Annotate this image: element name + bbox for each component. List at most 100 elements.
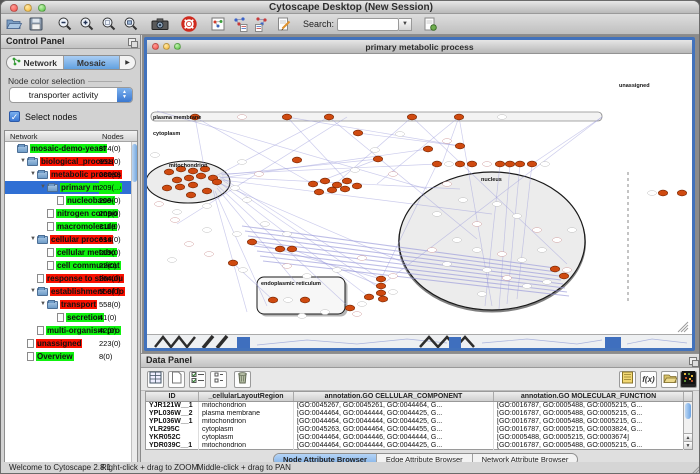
network-view-titlebar[interactable]: primary metabolic process xyxy=(147,40,692,54)
save-button[interactable] xyxy=(26,15,45,34)
network-node[interactable] xyxy=(527,161,536,167)
select-attributes-button[interactable] xyxy=(189,371,206,388)
tree-expander-icon[interactable]: ▼ xyxy=(29,233,37,246)
network-node[interactable] xyxy=(268,297,277,303)
table-row[interactable]: YJR121W__1mitochondrion[GO:0045267, GO:0… xyxy=(146,402,692,410)
network-graph[interactable]: plasma membranecytoplasmmitochondrionnuc… xyxy=(147,54,692,334)
tree-row[interactable]: ▼transport558(0) xyxy=(5,298,137,311)
network-node[interactable] xyxy=(175,184,184,190)
tree-row[interactable]: response to stimulu264(0) xyxy=(5,272,137,285)
open-button[interactable] xyxy=(4,15,23,34)
table-scrollbar[interactable]: ▲ ▼ xyxy=(683,402,692,449)
network-node[interactable] xyxy=(353,130,362,136)
layout-b-button[interactable] xyxy=(252,15,271,34)
search-dropdown-button[interactable]: ▼ xyxy=(399,18,412,31)
tree-expander-icon[interactable]: ▼ xyxy=(29,168,37,181)
network-node[interactable] xyxy=(658,190,667,196)
network-node[interactable] xyxy=(376,276,385,282)
network-node[interactable] xyxy=(184,175,193,181)
window-titlebar[interactable]: Cytoscape Desktop (New Session) xyxy=(1,1,700,14)
tree-row[interactable]: cell communicat22(0) xyxy=(5,259,137,272)
attribute-list-button[interactable] xyxy=(210,371,227,388)
network-node[interactable] xyxy=(467,161,476,167)
destroy-network-button[interactable] xyxy=(420,15,439,34)
search-input[interactable] xyxy=(337,18,399,31)
network-node[interactable] xyxy=(164,169,173,175)
tree-row[interactable]: mosaic-demo-yeast874(0) xyxy=(5,142,137,155)
network-node[interactable] xyxy=(308,181,317,187)
network-node[interactable] xyxy=(320,178,329,184)
table-column-header[interactable]: annotation.GO CELLULAR_COMPONENT xyxy=(294,392,494,401)
tree-row[interactable]: ▼cellular process614(0) xyxy=(5,233,137,246)
network-node[interactable] xyxy=(376,290,385,296)
network-tree-header[interactable]: Network Nodes xyxy=(5,131,137,142)
network-node[interactable] xyxy=(327,187,336,193)
tree-row[interactable]: ▼establishment of lo558(0) xyxy=(5,285,137,298)
help-button[interactable] xyxy=(179,15,198,34)
network-node[interactable] xyxy=(275,246,284,252)
network-node[interactable] xyxy=(292,157,301,163)
tab-overflow-button[interactable]: ▶ xyxy=(120,56,135,69)
table-row[interactable]: YPL036W__2plasma membrane[GO:0044464, GO… xyxy=(146,410,692,418)
network-node[interactable] xyxy=(247,239,256,245)
network-node[interactable] xyxy=(455,161,464,167)
network-node[interactable] xyxy=(202,188,211,194)
tree-row[interactable]: multi-organism pro42(0) xyxy=(5,324,137,337)
scroll-down-icon[interactable]: ▼ xyxy=(684,441,692,449)
node-color-dropdown[interactable]: transporter activity ▲▼ xyxy=(9,87,133,103)
zoom-out-button[interactable] xyxy=(55,15,74,34)
tree-row[interactable]: unassigned223(0) xyxy=(5,337,137,350)
edit-network-button[interactable] xyxy=(274,15,293,34)
network-node[interactable] xyxy=(559,273,568,279)
tree-scrollbar-thumb[interactable] xyxy=(132,144,137,182)
table-row[interactable]: YPL036W__1mitochondrion[GO:0044464, GO:0… xyxy=(146,418,692,426)
network-node[interactable] xyxy=(376,283,385,289)
new-attribute-button[interactable] xyxy=(168,371,185,388)
network-node[interactable] xyxy=(378,296,387,302)
float-panel-icon[interactable] xyxy=(128,38,136,46)
zoom-selected-button[interactable] xyxy=(99,15,118,34)
table-scrollbar-thumb[interactable] xyxy=(685,403,691,419)
table-column-header[interactable]: ID xyxy=(146,392,199,401)
import-attributes-button[interactable] xyxy=(661,371,678,388)
function-builder-button[interactable]: f(x) xyxy=(640,371,657,388)
tree-scrollbar[interactable] xyxy=(131,142,137,474)
notes-button[interactable] xyxy=(619,371,636,388)
network-node[interactable] xyxy=(196,173,205,179)
network-node[interactable] xyxy=(455,143,464,149)
snapshot-button[interactable] xyxy=(150,15,169,34)
network-node[interactable] xyxy=(172,177,181,183)
vizmapper-button[interactable] xyxy=(208,15,227,34)
network-node[interactable] xyxy=(282,114,291,120)
network-node[interactable] xyxy=(495,161,504,167)
region-plasma-membrane[interactable] xyxy=(151,112,602,121)
network-node[interactable] xyxy=(212,179,221,185)
zoom-fit-button[interactable] xyxy=(121,15,140,34)
tree-expander-icon[interactable]: ▼ xyxy=(39,181,47,194)
delete-attribute-button[interactable] xyxy=(234,371,251,388)
tree-row[interactable]: nitrogen compo209(0) xyxy=(5,207,137,220)
network-node[interactable] xyxy=(432,161,441,167)
attribute-table-header[interactable]: ID_cellularLayoutRegionannotation.GO CEL… xyxy=(146,392,692,402)
network-node[interactable] xyxy=(423,146,432,152)
tree-row[interactable]: nucleobase-209(0) xyxy=(5,194,137,207)
resize-grip[interactable] xyxy=(690,464,700,474)
attribute-table[interactable]: ID_cellularLayoutRegionannotation.GO CEL… xyxy=(145,391,693,450)
data-panel-float-icon[interactable] xyxy=(689,357,697,365)
scroll-up-icon[interactable]: ▲ xyxy=(684,433,692,441)
network-node[interactable] xyxy=(287,246,296,252)
network-node[interactable] xyxy=(407,114,416,120)
tree-row[interactable]: secretion41(0) xyxy=(5,311,137,324)
table-row[interactable]: YDR039C__1mitochondrion[GO:0044464, GO:0… xyxy=(146,442,692,450)
tab-network[interactable]: Network xyxy=(7,56,64,69)
network-view-window[interactable]: primary metabolic process plasma membran… xyxy=(144,37,695,351)
tree-row[interactable]: ▼biological_process651(0) xyxy=(5,155,137,168)
network-node[interactable] xyxy=(345,305,354,311)
network-node[interactable] xyxy=(340,186,349,192)
network-node[interactable] xyxy=(373,156,382,162)
network-node[interactable] xyxy=(324,114,333,120)
network-node[interactable] xyxy=(162,185,171,191)
network-node[interactable] xyxy=(186,192,195,198)
table-column-header[interactable]: _cellularLayoutRegion xyxy=(199,392,294,401)
network-node[interactable] xyxy=(505,161,514,167)
